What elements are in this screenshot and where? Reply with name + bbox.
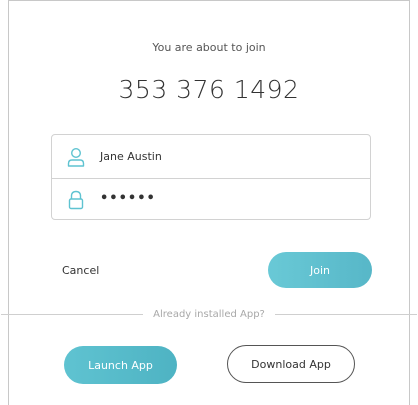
join-subtitle: You are about to join <box>152 41 266 54</box>
user-icon <box>66 146 86 168</box>
join-button[interactable]: Join <box>268 252 372 288</box>
password-value: •••••• <box>100 191 156 206</box>
launch-app-button[interactable]: Launch App <box>64 346 177 384</box>
join-dialog: You are about to join 353 376 1492 Jane … <box>1 0 418 405</box>
lock-icon <box>66 189 86 211</box>
name-value: Jane Austin <box>100 150 162 163</box>
download-app-button[interactable]: Download App <box>227 345 355 383</box>
divider-line-left <box>1 313 144 315</box>
name-field[interactable]: Jane Austin <box>52 135 370 178</box>
meeting-id: 353 376 1492 <box>118 75 300 104</box>
cancel-button[interactable]: Cancel <box>62 264 99 277</box>
divider: Already installed App? <box>1 306 418 322</box>
divider-label: Already installed App? <box>153 308 265 320</box>
password-field[interactable]: •••••• <box>52 178 370 220</box>
credentials-group: Jane Austin •••••• <box>51 134 371 220</box>
divider-line-right <box>274 313 418 315</box>
